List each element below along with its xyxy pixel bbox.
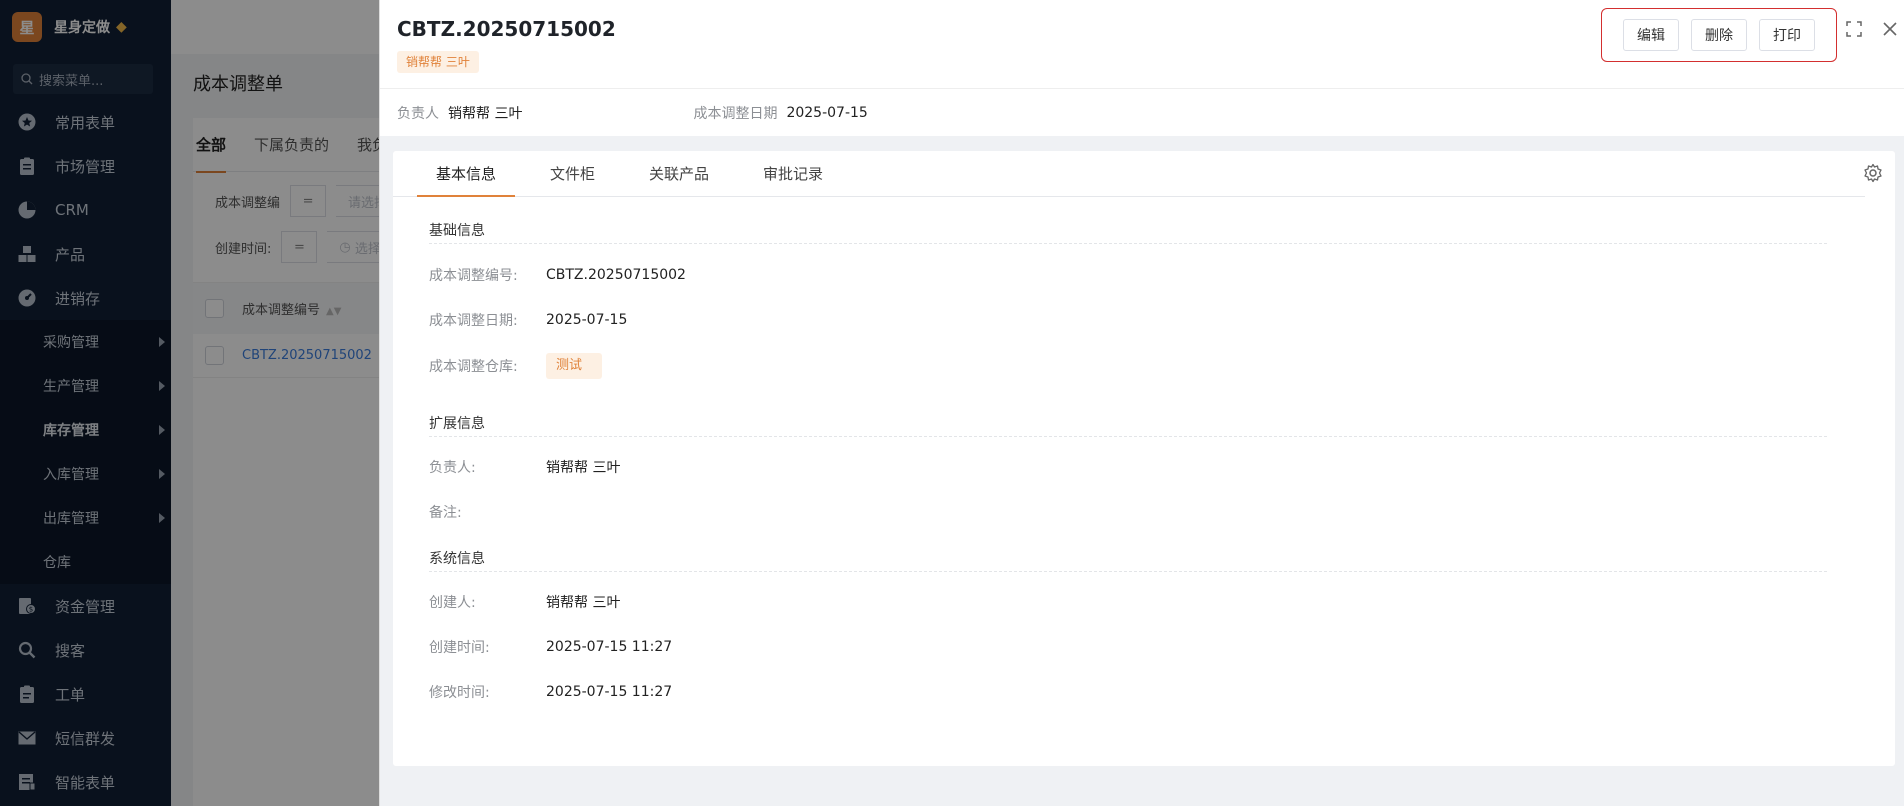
tab-approval-records[interactable]: 审批记录 [744, 151, 842, 196]
section-basic-title: 基础信息 [429, 223, 485, 239]
fullscreen-icon[interactable] [1845, 20, 1863, 38]
tab-related-products[interactable]: 关联产品 [630, 151, 728, 196]
field-value: 2025-07-15 11:27 [546, 639, 673, 655]
field-remark: 备注: [429, 500, 546, 524]
modal-overlay[interactable] [0, 0, 379, 806]
field-label: 修改时间: [429, 685, 490, 701]
field-label: 备注: [429, 505, 462, 521]
edit-button[interactable]: 编辑 [1623, 19, 1679, 51]
warehouse-tag: 测试 [546, 353, 602, 379]
section-divider [429, 436, 1827, 437]
detail-card: 基本信息 文件柜 关联产品 审批记录 基础信息 成本调整编号: CBTZ.202… [393, 151, 1895, 766]
section-extended-title: 扩展信息 [429, 416, 485, 432]
summary-date-label: 成本调整日期 [693, 105, 778, 122]
drawer-header: CBTZ.20250715002 销帮帮 三叶 编辑 删除 打印 [380, 0, 1904, 88]
tab-basic-info[interactable]: 基本信息 [417, 151, 516, 197]
action-button-group: 编辑 删除 打印 [1601, 8, 1837, 62]
owner-tag: 销帮帮 三叶 [397, 51, 479, 73]
field-label: 成本调整日期: [429, 313, 518, 329]
delete-button[interactable]: 删除 [1691, 19, 1747, 51]
field-date: 成本调整日期: 2025-07-15 [429, 308, 627, 332]
field-label: 创建时间: [429, 640, 490, 656]
field-modified-time: 修改时间: 2025-07-15 11:27 [429, 680, 672, 704]
field-value: 销帮帮 三叶 [546, 595, 621, 611]
field-value: 2025-07-15 [546, 312, 628, 328]
field-created-time: 创建时间: 2025-07-15 11:27 [429, 635, 672, 659]
field-warehouse: 成本调整仓库: 测试 [429, 353, 602, 379]
field-value: 销帮帮 三叶 [546, 460, 621, 476]
detail-drawer: CBTZ.20250715002 销帮帮 三叶 编辑 删除 打印 负责人 销帮帮… [379, 0, 1904, 806]
detail-tabs: 基本信息 文件柜 关联产品 审批记录 [393, 151, 1865, 197]
close-icon[interactable] [1881, 20, 1899, 38]
field-creator: 创建人: 销帮帮 三叶 [429, 590, 620, 614]
field-value: 2025-07-15 11:27 [546, 684, 673, 700]
field-owner: 负责人: 销帮帮 三叶 [429, 455, 620, 479]
field-label: 成本调整仓库: [429, 359, 518, 375]
section-divider [429, 571, 1827, 572]
field-label: 成本调整编号: [429, 268, 518, 284]
field-label: 创建人: [429, 595, 476, 611]
field-number: 成本调整编号: CBTZ.20250715002 [429, 263, 686, 287]
summary-bar: 负责人 销帮帮 三叶 成本调整日期 2025-07-15 [380, 88, 1904, 136]
tab-files[interactable]: 文件柜 [531, 151, 614, 196]
print-button[interactable]: 打印 [1759, 19, 1815, 51]
section-system-title: 系统信息 [429, 551, 485, 567]
section-divider [429, 243, 1827, 244]
drawer-title: CBTZ.20250715002 [397, 17, 616, 41]
summary-owner-value: 销帮帮 三叶 [448, 105, 523, 122]
summary-date-value: 2025-07-15 [786, 104, 868, 121]
gear-icon[interactable] [1863, 163, 1883, 183]
field-value: CBTZ.20250715002 [546, 267, 686, 283]
field-label: 负责人: [429, 460, 476, 476]
summary-owner-label: 负责人 [397, 105, 439, 122]
